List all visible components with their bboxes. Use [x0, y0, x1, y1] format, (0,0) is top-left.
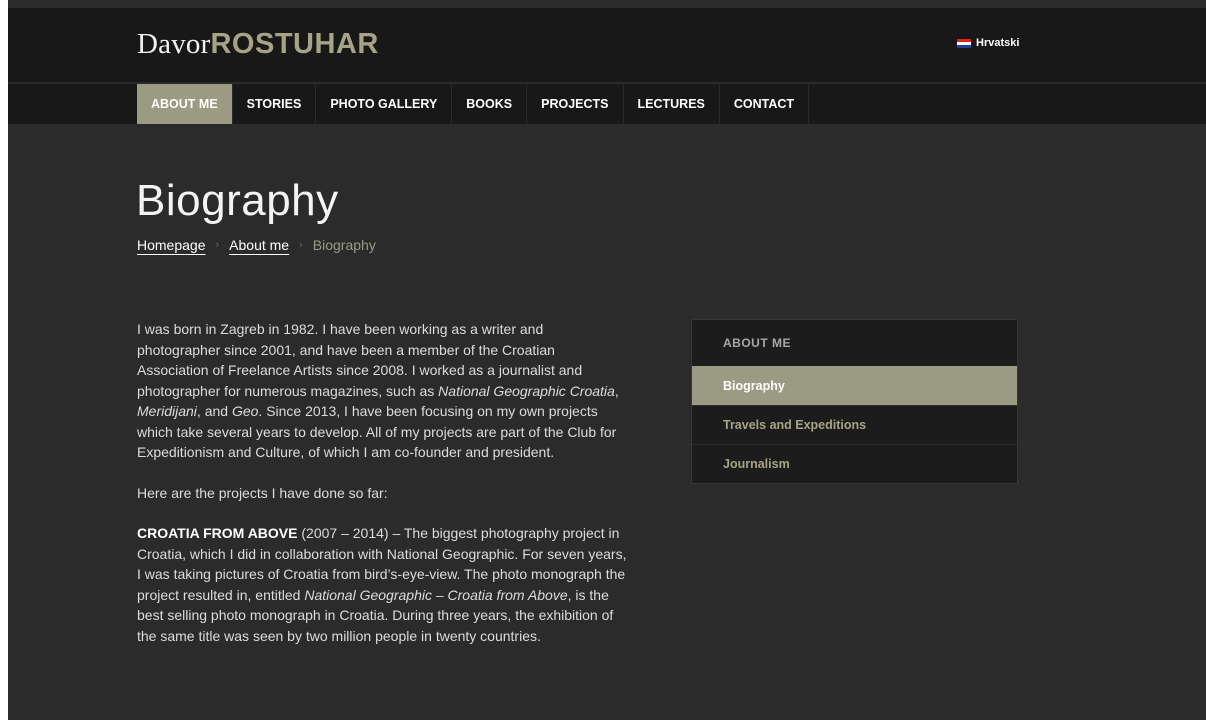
- magazine-meridijani: Meridijani: [137, 403, 197, 419]
- language-label: Hrvatski: [976, 37, 1020, 49]
- intro-text-b: ,: [614, 382, 619, 399]
- breadcrumb-separator-icon: ›: [215, 239, 220, 251]
- logo-last-name: ROSTUHAR: [210, 28, 379, 60]
- breadcrumb-separator-icon: ›: [299, 239, 303, 251]
- breadcrumb-about-me[interactable]: About me: [229, 237, 289, 253]
- croatian-flag-icon: [957, 38, 971, 48]
- main-navigation: ABOUT ME STORIES PHOTO GALLERY BOOKS PRO…: [8, 84, 1206, 124]
- site-logo[interactable]: DavorROSTUHAR: [137, 28, 379, 61]
- project-title: CROATIA FROM ABOVE: [137, 525, 298, 541]
- nav-item-stories[interactable]: STORIES: [233, 84, 317, 124]
- intro-paragraph: I was born in Zagreb in 1982. I have bee…: [137, 319, 627, 463]
- breadcrumb-homepage[interactable]: Homepage: [137, 237, 206, 253]
- project-croatia-from-above: CROATIA FROM ABOVE (2007 – 2014) – The b…: [137, 523, 627, 646]
- projects-intro: Here are the projects I have done so far…: [137, 484, 388, 501]
- site-header: DavorROSTUHAR Hrvatski: [8, 8, 1206, 83]
- sidebar-title: ABOUT ME: [723, 336, 791, 350]
- language-switch[interactable]: Hrvatski: [957, 37, 1019, 49]
- magazine-geo: Geo: [231, 403, 259, 419]
- page-title: Biography: [136, 176, 339, 225]
- nav-item-contact[interactable]: CONTACT: [720, 84, 810, 124]
- biography-text: I was born in Zagreb in 1982. I have bee…: [137, 319, 627, 666]
- sidebar-item-travels-and-expeditions[interactable]: Travels and Expeditions: [692, 405, 1017, 444]
- nav-item-photo-gallery[interactable]: PHOTO GALLERY: [316, 84, 453, 124]
- nav-list: ABOUT ME STORIES PHOTO GALLERY BOOKS PRO…: [137, 84, 810, 124]
- flag-stripe-blue: [957, 44, 971, 48]
- breadcrumb-current: Biography: [312, 237, 376, 253]
- intro-text-c: , and: [196, 403, 232, 419]
- sidebar-item-journalism[interactable]: Journalism: [692, 444, 1017, 483]
- nav-item-books[interactable]: BOOKS: [452, 84, 528, 124]
- about-sidebar: ABOUT ME Biography Travels and Expeditio…: [691, 319, 1018, 484]
- magazine-national-geographic: National Geographic Croatia: [438, 382, 615, 399]
- breadcrumb: Homepage › About me › Biography: [137, 237, 376, 253]
- nav-item-about-me[interactable]: ABOUT ME: [137, 84, 233, 124]
- logo-first-name: Davor: [137, 28, 211, 60]
- sidebar-item-biography[interactable]: Biography: [692, 366, 1017, 405]
- nav-item-projects[interactable]: PROJECTS: [527, 84, 624, 124]
- left-edge-strip: [0, 0, 8, 720]
- project-book-title: National Geographic – Croatia from Above: [304, 586, 568, 603]
- nav-item-lectures[interactable]: LECTURES: [624, 84, 720, 124]
